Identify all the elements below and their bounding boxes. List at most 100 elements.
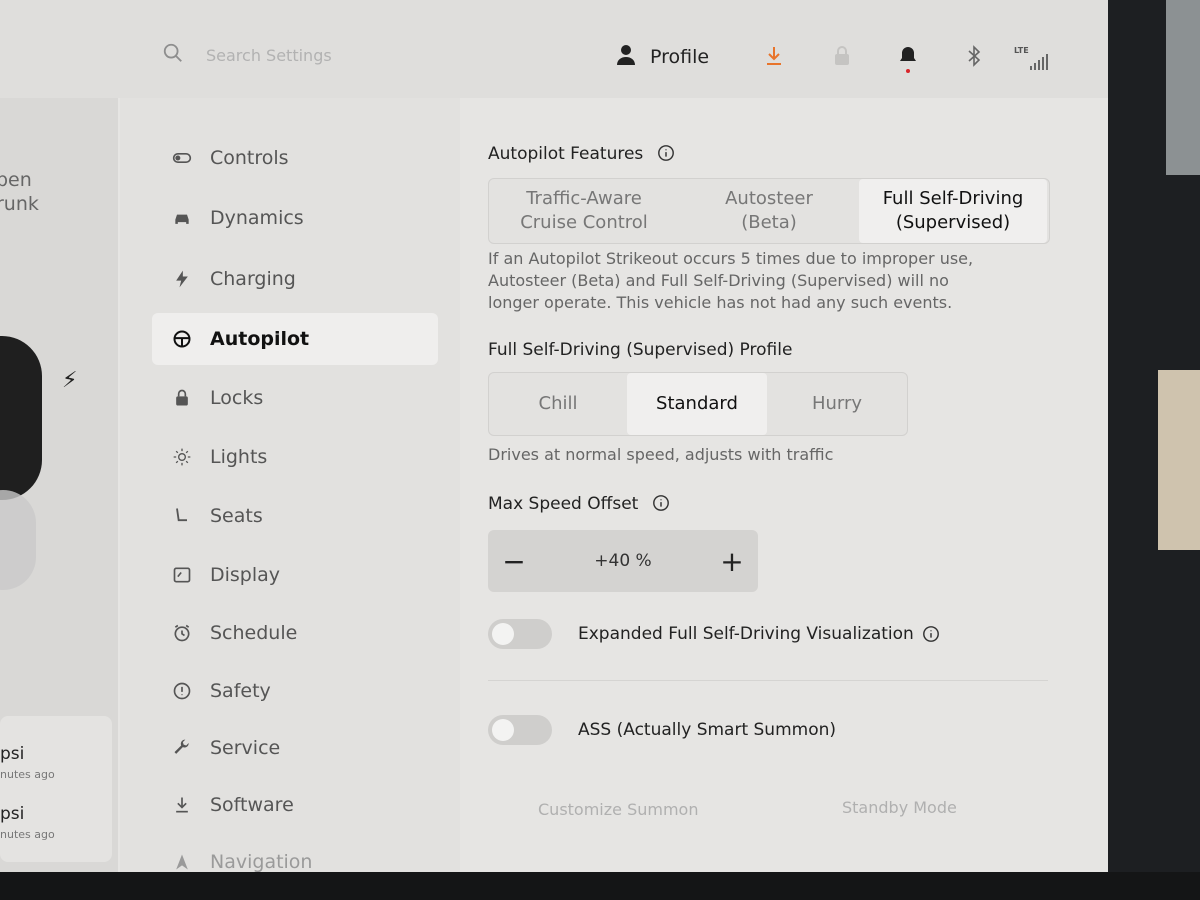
tire-age: nutes ago <box>0 768 55 781</box>
navigation-arrow-icon <box>170 850 194 872</box>
background-window <box>1158 370 1200 550</box>
alarm-clock-icon <box>170 621 194 645</box>
sidebar-item-label: Dynamics <box>210 207 304 229</box>
increase-button[interactable]: + <box>706 535 758 587</box>
sidebar-item-dynamics[interactable]: Dynamics <box>152 192 438 244</box>
fsd-profile-selector: Chill Standard Hurry <box>488 372 908 436</box>
display-icon <box>170 563 194 587</box>
notice-line: If an Autopilot Strikeout occurs 5 times… <box>488 249 974 268</box>
profile-button[interactable]: Profile <box>614 42 709 72</box>
divider <box>488 680 1048 681</box>
option-autosteer-beta[interactable]: Autosteer (Beta) <box>679 179 859 243</box>
download-icon[interactable] <box>762 44 786 68</box>
sidebar-item-label: Lights <box>210 446 268 468</box>
toggle-label: ASS (Actually Smart Summon) <box>578 720 837 740</box>
sidebar-item-label: Seats <box>210 505 263 527</box>
option-standard[interactable]: Standard <box>627 373 767 435</box>
option-label: (Beta) <box>741 212 797 233</box>
actually-smart-summon-row: ASS (Actually Smart Summon) <box>488 710 1088 750</box>
sidebar-item-service[interactable]: Service <box>152 722 438 774</box>
decrease-button[interactable]: − <box>488 535 540 587</box>
profile-label: Profile <box>650 46 710 68</box>
trunk-label-line1: pen <box>0 169 32 191</box>
toggle-knob <box>492 623 514 645</box>
car-image <box>0 336 42 500</box>
sidebar-item-label: Safety <box>210 680 271 702</box>
info-icon[interactable] <box>922 625 940 643</box>
sidebar-item-seats[interactable]: Seats <box>152 490 438 542</box>
option-label: Traffic-Aware <box>526 188 642 209</box>
speed-offset-stepper: − +40 % + <box>488 530 758 592</box>
settings-sidebar: Controls Dynamics Charging Autopilot Loc… <box>120 98 460 872</box>
tire-psi: psi <box>0 804 25 824</box>
signal-icon <box>1030 52 1048 70</box>
info-icon[interactable] <box>657 144 675 162</box>
top-bar: Profile LTE <box>0 0 1108 98</box>
max-speed-offset-title: Max Speed Offset <box>488 494 670 514</box>
customize-summon-button[interactable]: Customize Summon <box>538 800 698 819</box>
option-label: Autosteer <box>725 188 813 209</box>
sidebar-item-safety[interactable]: Safety <box>152 665 438 717</box>
sidebar-item-autopilot[interactable]: Autopilot <box>152 313 438 365</box>
toggle-icon <box>170 146 194 170</box>
trunk-label-line2: runk <box>0 193 39 215</box>
actually-smart-summon-toggle[interactable] <box>488 715 552 745</box>
option-label: Full Self-Driving <box>882 188 1024 209</box>
standby-mode-button[interactable]: Standby Mode <box>842 798 957 817</box>
notice-line: Autosteer (Beta) and Full Self-Driving (… <box>488 271 949 290</box>
bell-icon[interactable] <box>896 44 920 73</box>
info-icon[interactable] <box>652 494 670 512</box>
open-trunk-button[interactable]: pen runk <box>0 168 39 216</box>
lte-label: LTE <box>1014 46 1029 55</box>
search-input[interactable] <box>204 40 508 70</box>
section-title-text: Max Speed Offset <box>488 494 639 514</box>
sidebar-item-controls[interactable]: Controls <box>152 132 438 184</box>
expanded-fsd-visualization-toggle[interactable] <box>488 619 552 649</box>
search-icon[interactable] <box>162 42 184 64</box>
toggle-knob <box>492 719 514 741</box>
exclamation-circle-icon <box>170 679 194 703</box>
option-chill[interactable]: Chill <box>489 373 627 435</box>
sidebar-item-charging[interactable]: Charging <box>152 253 438 305</box>
option-label: Cruise Control <box>520 212 648 233</box>
lock-icon[interactable] <box>830 44 854 68</box>
download-icon <box>170 793 194 817</box>
section-title-text: Autopilot Features <box>488 144 644 164</box>
option-traffic-aware-cruise-control[interactable]: Traffic-Aware Cruise Control <box>489 179 679 243</box>
charging-bolt-icon: ⚡ <box>62 368 78 393</box>
steering-wheel-icon <box>170 327 194 351</box>
car-icon <box>170 206 194 230</box>
bolt-icon <box>170 267 194 291</box>
screen-bezel-bottom <box>0 872 1200 900</box>
autopilot-features-title: Autopilot Features <box>488 144 675 164</box>
sidebar-item-label: Locks <box>210 387 264 409</box>
sidebar-item-software[interactable]: Software <box>152 779 438 831</box>
sidebar-item-lights[interactable]: Lights <box>152 431 438 483</box>
sidebar-item-label: Charging <box>210 268 296 290</box>
sidebar-item-schedule[interactable]: Schedule <box>152 607 438 659</box>
lock-icon <box>170 386 194 410</box>
fsd-profile-title: Full Self-Driving (Supervised) Profile <box>488 340 793 360</box>
settings-screen: Profile LTE pen runk ⚡ psi nutes ago psi… <box>0 0 1108 872</box>
option-label: (Supervised) <box>895 212 1011 233</box>
sidebar-item-label: Display <box>210 564 281 586</box>
sidebar-item-display[interactable]: Display <box>152 549 438 601</box>
option-full-self-driving[interactable]: Full Self-Driving (Supervised) <box>859 179 1047 243</box>
toggle-label: Expanded Full Self-Driving Visualization <box>578 624 914 644</box>
expanded-fsd-visualization-row: Expanded Full Self-Driving Visualization <box>488 614 1088 654</box>
strikeout-notice: If an Autopilot Strikeout occurs 5 times… <box>488 248 1078 314</box>
profile-description: Drives at normal speed, adjusts with tra… <box>488 445 834 464</box>
car-wheel-image <box>0 490 36 590</box>
sidebar-item-locks[interactable]: Locks <box>152 372 438 424</box>
sidebar-item-label: Schedule <box>210 622 298 644</box>
autopilot-features-selector: Traffic-Aware Cruise Control Autosteer (Be… <box>488 178 1050 244</box>
bluetooth-icon[interactable] <box>962 44 986 68</box>
option-hurry[interactable]: Hurry <box>767 373 907 435</box>
speed-offset-value: +40 % <box>594 551 652 571</box>
sidebar-item-navigation[interactable]: Navigation <box>152 836 438 872</box>
background-window <box>1166 0 1200 175</box>
autopilot-settings-panel: Autopilot Features Traffic-Aware Cruise C… <box>470 98 1090 872</box>
screen-bezel-right <box>1108 0 1200 900</box>
tire-pressure-card[interactable]: psi nutes ago psi nutes ago <box>0 716 112 862</box>
sidebar-item-label: Controls <box>210 147 289 169</box>
